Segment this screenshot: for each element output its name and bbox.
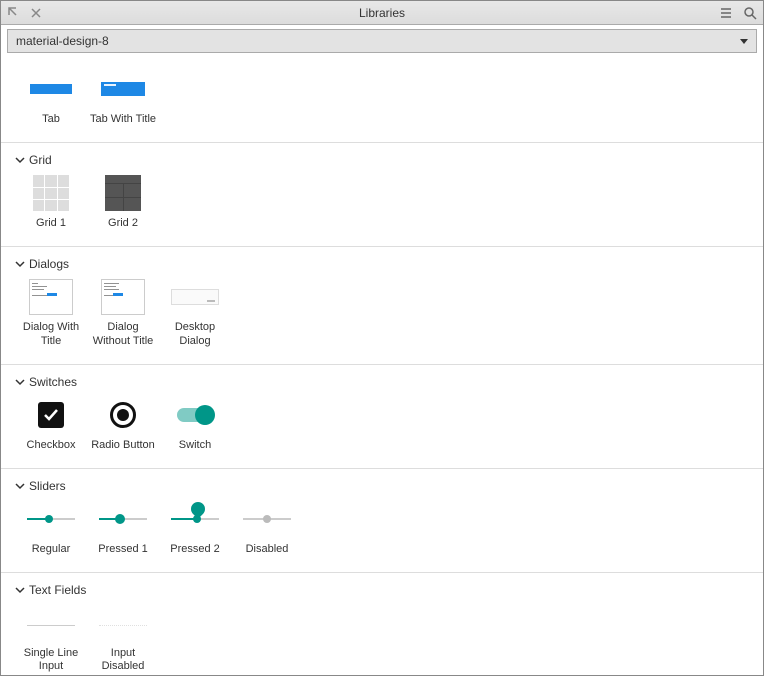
item-label: Pressed 1: [98, 543, 148, 556]
undock-icon[interactable]: [7, 6, 21, 20]
section-toggle-sliders[interactable]: Sliders: [11, 475, 753, 501]
chevron-down-icon: [15, 377, 25, 387]
item-label: Regular: [32, 543, 71, 556]
panel-title: Libraries: [1, 6, 763, 20]
item-label: Switch: [179, 439, 211, 452]
section-title: Grid: [29, 153, 52, 167]
dropdown-caret-icon: [740, 34, 748, 48]
grid2-thumbnail: [105, 175, 141, 211]
library-content-scroll[interactable]: Tab Tab With Title Grid Grid 1: [1, 57, 763, 677]
grid1-thumbnail: [33, 175, 69, 211]
library-item-grid2[interactable]: Grid 2: [87, 175, 159, 230]
slider-disabled-thumbnail: [243, 518, 291, 520]
panel-titlebar: Libraries: [1, 1, 763, 25]
section-toggle-grid[interactable]: Grid: [11, 149, 753, 175]
library-item-desktop-dialog[interactable]: Desktop Dialog: [159, 279, 231, 347]
section-sliders: Sliders Regular Pressed 1 Pressed 2 Dis: [1, 469, 763, 573]
item-label: Tab: [42, 113, 60, 126]
section-toggle-dialogs[interactable]: Dialogs: [11, 253, 753, 279]
menu-icon[interactable]: [719, 6, 733, 20]
chevron-down-icon: [15, 481, 25, 491]
slider-pressed1-thumbnail: [99, 518, 147, 520]
section-title: Switches: [29, 375, 77, 389]
library-item-input-disabled[interactable]: Input Disabled: [87, 605, 159, 673]
item-label: Dialog Without Title: [88, 321, 158, 347]
item-label: Disabled: [246, 543, 289, 556]
library-item-radio[interactable]: Radio Button: [87, 397, 159, 452]
library-item-tab-with-title[interactable]: Tab With Title: [87, 71, 159, 126]
switch-thumbnail: [177, 408, 213, 422]
section-title: Sliders: [29, 479, 66, 493]
section-text-fields: Text Fields Single Line Input Input Disa…: [1, 573, 763, 677]
section-toggle-text-fields[interactable]: Text Fields: [11, 579, 753, 605]
section-toggle-switches[interactable]: Switches: [11, 371, 753, 397]
library-item-slider-regular[interactable]: Regular: [15, 501, 87, 556]
close-icon[interactable]: [29, 6, 43, 20]
item-label: Grid 1: [36, 217, 66, 230]
section-title: Dialogs: [29, 257, 69, 271]
library-selector-value: material-design-8: [16, 34, 109, 48]
item-label: Pressed 2: [170, 543, 220, 556]
section-switches: Switches Checkbox Radio Button Switch: [1, 365, 763, 469]
tab-thumbnail: [30, 84, 72, 94]
item-label: Single Line Input: [16, 647, 86, 673]
item-label: Radio Button: [91, 439, 155, 452]
item-label: Tab With Title: [90, 113, 156, 126]
library-item-dialog-with-title[interactable]: ▬▬▬▬▬▬▬▬▬▬▬▬▬▬▬▬ Dialog With Title: [15, 279, 87, 347]
desktop-dialog-thumbnail: [171, 289, 219, 305]
library-item-single-line-input[interactable]: Single Line Input: [15, 605, 87, 673]
section-tabs-continued: Tab Tab With Title: [1, 57, 763, 143]
item-label: Checkbox: [27, 439, 76, 452]
library-item-grid1[interactable]: Grid 1: [15, 175, 87, 230]
library-item-dialog-without-title[interactable]: ▬▬▬▬▬▬▬▬▬▬▬▬▬▬▬▬▬ Dialog Without Title: [87, 279, 159, 347]
library-item-slider-pressed1[interactable]: Pressed 1: [87, 501, 159, 556]
library-item-tab[interactable]: Tab: [15, 71, 87, 126]
item-label: Input Disabled: [88, 647, 158, 673]
textfield-disabled-thumbnail: [99, 620, 147, 626]
library-item-slider-pressed2[interactable]: Pressed 2: [159, 501, 231, 556]
library-item-slider-disabled[interactable]: Disabled: [231, 501, 303, 556]
checkbox-thumbnail: [38, 402, 64, 428]
search-icon[interactable]: [743, 6, 757, 20]
section-dialogs: Dialogs ▬▬▬▬▬▬▬▬▬▬▬▬▬▬▬▬ Dialog With Tit…: [1, 247, 763, 364]
item-label: Dialog With Title: [16, 321, 86, 347]
item-label: Desktop Dialog: [160, 321, 230, 347]
dialog-title-thumbnail: ▬▬▬▬▬▬▬▬▬▬▬▬▬▬▬▬: [29, 279, 73, 315]
chevron-down-icon: [15, 585, 25, 595]
textfield-thumbnail: [27, 620, 75, 626]
dialog-notitle-thumbnail: ▬▬▬▬▬▬▬▬▬▬▬▬▬▬▬▬▬: [101, 279, 145, 315]
library-selector[interactable]: material-design-8: [7, 29, 757, 53]
section-title: Text Fields: [29, 583, 86, 597]
slider-pressed2-thumbnail: [171, 518, 219, 520]
tab-title-thumbnail: [101, 82, 145, 96]
item-label: Grid 2: [108, 217, 138, 230]
slider-regular-thumbnail: [27, 518, 75, 520]
chevron-down-icon: [15, 259, 25, 269]
section-grid: Grid Grid 1 Grid 2: [1, 143, 763, 247]
radio-thumbnail: [110, 402, 136, 428]
library-item-checkbox[interactable]: Checkbox: [15, 397, 87, 452]
chevron-down-icon: [15, 155, 25, 165]
library-item-switch[interactable]: Switch: [159, 397, 231, 452]
